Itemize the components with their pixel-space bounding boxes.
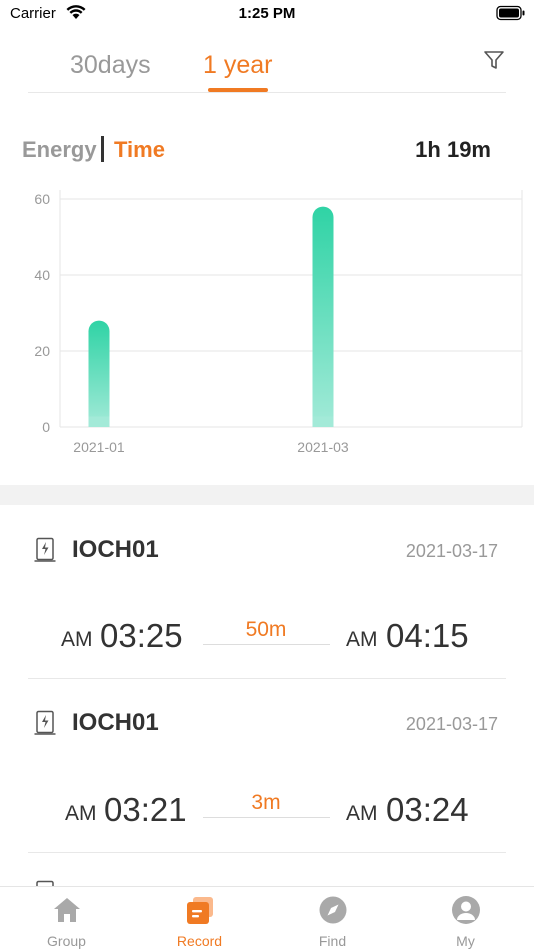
toggle-time[interactable]: Time xyxy=(114,137,165,163)
record-duration-line xyxy=(203,644,330,645)
nav-label-my: My xyxy=(456,933,475,949)
record-divider xyxy=(28,678,506,679)
record-icon xyxy=(186,897,213,924)
record-date: 2021-03-17 xyxy=(405,541,498,561)
user-icon xyxy=(451,896,480,924)
tab-30days[interactable]: 30days xyxy=(70,51,151,80)
record-start-time: 03:25 xyxy=(100,617,183,654)
nav-item-record[interactable]: Record xyxy=(133,887,266,950)
toggle-energy[interactable]: Energy xyxy=(22,137,97,163)
nav-item-find[interactable]: Find xyxy=(266,887,399,950)
record-duration-line xyxy=(203,817,330,818)
record-end-ampm: AM xyxy=(346,802,378,825)
chart-bar-2021-01[interactable] xyxy=(88,320,110,427)
status-time: 1:25 PM xyxy=(238,5,296,22)
chart-y-tick-label: 40 xyxy=(34,267,50,283)
record-date: 2021-03-17 xyxy=(405,714,498,734)
home-icon xyxy=(53,898,80,922)
record-start-ampm: AM xyxy=(65,802,97,825)
record-duration: 50m xyxy=(245,618,287,641)
chart-x-tick-label: 2021-01 xyxy=(73,439,125,455)
total-time-value: 1h 19m xyxy=(415,137,491,162)
bottom-nav: Group Record Find My xyxy=(0,886,534,950)
nav-item-my[interactable]: My xyxy=(399,887,532,950)
tab-1-year[interactable]: 1 year xyxy=(203,51,272,80)
chart-bar-2021-03[interactable] xyxy=(312,206,334,427)
nav-item-group[interactable]: Group xyxy=(0,887,133,950)
chart-y-tick-label: 0 xyxy=(42,419,50,435)
chart-bar-base xyxy=(88,416,110,427)
battery-icon xyxy=(496,5,525,21)
chart-y-tick-label: 20 xyxy=(34,343,50,359)
chart-bar-base xyxy=(312,416,334,427)
usage-bar-chart: 0 20 40 60 2021-01 2021-03 xyxy=(34,190,523,455)
chart-y-tick-label: 60 xyxy=(34,191,50,207)
header-divider xyxy=(28,92,506,93)
toggle-separator xyxy=(101,136,104,162)
record-start-time: 03:21 xyxy=(104,791,187,828)
nav-label-group: Group xyxy=(47,933,86,949)
charger-icon xyxy=(34,537,56,562)
record-start-ampm: AM xyxy=(61,628,93,651)
record-charger-name: IOCH01 xyxy=(72,709,159,736)
record-charger-name: IOCH01 xyxy=(72,536,159,563)
record-end-ampm: AM xyxy=(346,628,378,651)
record-end-time: 03:24 xyxy=(386,791,469,828)
nav-label-find: Find xyxy=(318,933,347,949)
chart-x-tick-label: 2021-03 xyxy=(297,439,349,455)
status-bar: Carrier 1:25 PM xyxy=(0,0,534,30)
section-gap xyxy=(0,485,534,505)
charger-icon xyxy=(34,710,56,735)
record-divider xyxy=(28,852,506,853)
record-end-time: 04:15 xyxy=(386,617,469,654)
nav-label-record: Record xyxy=(176,933,223,949)
record-duration: 3m xyxy=(251,791,281,814)
compass-icon xyxy=(319,896,346,924)
filter-icon[interactable] xyxy=(483,49,505,71)
